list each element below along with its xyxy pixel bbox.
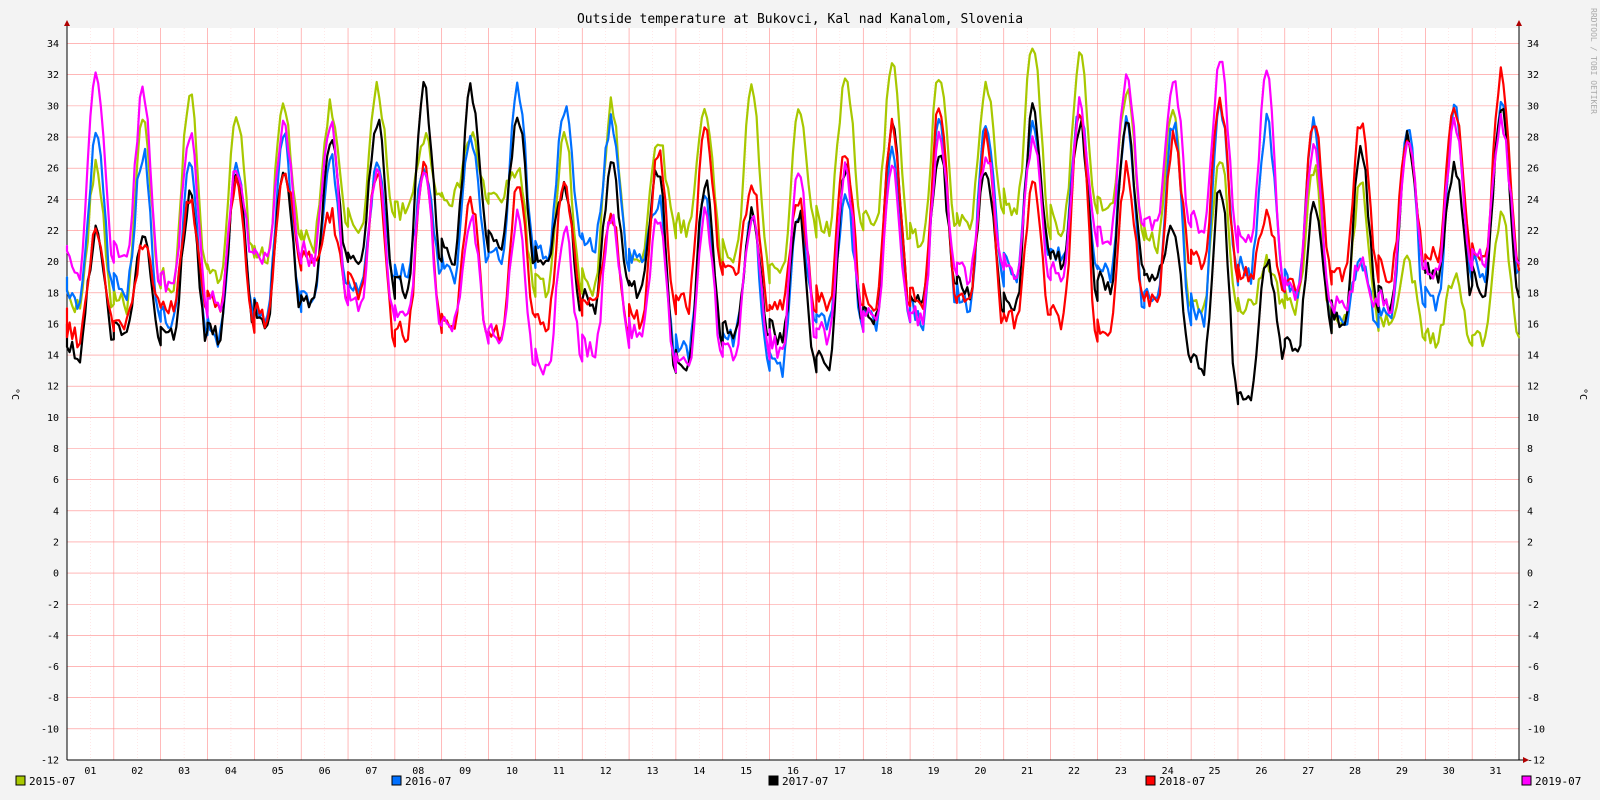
y-tick-label-right: 6 bbox=[1527, 475, 1533, 486]
watermark: RRDTOOL / TOBI OETIKER bbox=[1589, 8, 1598, 114]
y-tick-label-left: 24 bbox=[47, 195, 59, 206]
y-tick-label-left: 32 bbox=[47, 70, 59, 81]
legend-label: 2017-07 bbox=[782, 775, 828, 788]
x-tick-label: 26 bbox=[1255, 766, 1267, 777]
y-tick-label-left: 30 bbox=[47, 101, 59, 112]
legend-swatch bbox=[1521, 775, 1532, 786]
x-tick-label: 11 bbox=[553, 766, 565, 777]
x-tick-label: 19 bbox=[927, 766, 939, 777]
x-tick-label: 02 bbox=[131, 766, 143, 777]
x-tick-label: 12 bbox=[600, 766, 612, 777]
x-tick-label: 04 bbox=[225, 766, 237, 777]
legend-swatch bbox=[1145, 775, 1156, 786]
x-tick-label: 13 bbox=[646, 766, 658, 777]
chart-title: Outside temperature at Bukovci, Kal nad … bbox=[577, 12, 1023, 27]
x-tick-label: 10 bbox=[506, 766, 518, 777]
x-tick-label: 27 bbox=[1302, 766, 1314, 777]
y-tick-label-right: 4 bbox=[1527, 506, 1533, 517]
y-tick-label-right: 32 bbox=[1527, 70, 1539, 81]
x-tick-label: 17 bbox=[834, 766, 846, 777]
y-tick-label-right: 12 bbox=[1527, 382, 1539, 393]
x-tick-label: 14 bbox=[693, 766, 705, 777]
legend-swatch bbox=[15, 775, 26, 786]
x-tick-label: 23 bbox=[1115, 766, 1127, 777]
y-tick-label-left: -8 bbox=[47, 693, 59, 704]
y-tick-label-right: -2 bbox=[1527, 600, 1539, 611]
y-tick-label-right: -12 bbox=[1527, 756, 1545, 767]
y-tick-label-left: 34 bbox=[47, 39, 59, 50]
y-tick-label-left: 14 bbox=[47, 351, 59, 362]
x-tick-label: 09 bbox=[459, 766, 471, 777]
y-tick-label-right: 16 bbox=[1527, 319, 1539, 330]
y-tick-label-left: 22 bbox=[47, 226, 59, 237]
y-tick-label-left: 2 bbox=[53, 537, 59, 548]
y-tick-label-right: 2 bbox=[1527, 537, 1533, 548]
y-tick-label-right: -8 bbox=[1527, 693, 1539, 704]
legend-swatch bbox=[391, 775, 402, 786]
y-tick-label-right: 30 bbox=[1527, 101, 1539, 112]
y-tick-label-left: -6 bbox=[47, 662, 59, 673]
y-tick-label-left: 8 bbox=[53, 444, 59, 455]
legend-label: 2019-07 bbox=[1535, 775, 1581, 788]
y-tick-label-right: 28 bbox=[1527, 133, 1539, 144]
y-tick-label-left: 4 bbox=[53, 506, 59, 517]
y-tick-label-right: 14 bbox=[1527, 351, 1539, 362]
y-tick-label-left: 10 bbox=[47, 413, 59, 424]
legend-label: 2016-07 bbox=[405, 775, 451, 788]
x-tick-label: 22 bbox=[1068, 766, 1080, 777]
y-axis-arrow-left-icon bbox=[64, 20, 70, 26]
y-tick-label-right: 0 bbox=[1527, 569, 1533, 580]
x-tick-label: 07 bbox=[365, 766, 377, 777]
y-tick-label-right: 8 bbox=[1527, 444, 1533, 455]
x-tick-label: 29 bbox=[1396, 766, 1408, 777]
x-tick-label: 01 bbox=[84, 766, 96, 777]
legend-label: 2018-07 bbox=[1159, 775, 1205, 788]
y-tick-label-left: 20 bbox=[47, 257, 59, 268]
y-tick-label-right: -10 bbox=[1527, 724, 1545, 735]
y-tick-label-left: -12 bbox=[41, 756, 59, 767]
y-tick-label-left: 6 bbox=[53, 475, 59, 486]
y-tick-label-left: -10 bbox=[41, 724, 59, 735]
chart-canvas: -12 -12-10 -10-8 -8-6 -6-4 -4-2 -20 02 24 46 68 810… bbox=[9, 8, 1598, 788]
y-tick-label-right: -4 bbox=[1527, 631, 1539, 642]
y-axis-label-right: °C bbox=[1577, 388, 1588, 400]
x-tick-label: 15 bbox=[740, 766, 752, 777]
temperature-chart: -12 -12 -10 -10 -8 -8 -6 -6 -4 -4 -2 -2 0 0 2 2 4 4 6 6 8 8 10… bbox=[0, 0, 1600, 800]
grid bbox=[66, 28, 1520, 761]
y-tick-label-left: 28 bbox=[47, 133, 59, 144]
x-tick-label: 21 bbox=[1021, 766, 1033, 777]
legend-label: 2015-07 bbox=[29, 775, 75, 788]
x-tick-label: 18 bbox=[881, 766, 893, 777]
y-axis-arrow-right-icon bbox=[1516, 20, 1522, 26]
y-tick-label-left: 0 bbox=[53, 569, 59, 580]
x-tick-label: 30 bbox=[1443, 766, 1455, 777]
y-tick-label-left: -4 bbox=[47, 631, 59, 642]
y-tick-label-right: 26 bbox=[1527, 164, 1539, 175]
legend: 2015-07 2016-07 2017-07 2018-07 2019-07 bbox=[15, 775, 1581, 788]
legend-swatch bbox=[768, 775, 779, 786]
y-tick-label-right: -6 bbox=[1527, 662, 1539, 673]
x-tick-label: 31 bbox=[1490, 766, 1502, 777]
y-tick-label-right: 22 bbox=[1527, 226, 1539, 237]
y-tick-label-left: 18 bbox=[47, 288, 59, 299]
x-tick-label: 05 bbox=[272, 766, 284, 777]
x-tick-label: 20 bbox=[974, 766, 986, 777]
x-tick-label: 25 bbox=[1209, 766, 1221, 777]
x-tick-label: 28 bbox=[1349, 766, 1361, 777]
x-tick-label: 03 bbox=[178, 766, 190, 777]
y-tick-label-left: 12 bbox=[47, 382, 59, 393]
y-tick-label-left: -2 bbox=[47, 600, 59, 611]
y-tick-label-left: 26 bbox=[47, 164, 59, 175]
y-tick-label-left: 16 bbox=[47, 319, 59, 330]
y-tick-label-right: 34 bbox=[1527, 39, 1539, 50]
y-tick-label-right: 20 bbox=[1527, 257, 1539, 268]
x-tick-label: 06 bbox=[319, 766, 331, 777]
y-tick-label-right: 24 bbox=[1527, 195, 1539, 206]
y-axis-label-left: °C bbox=[9, 388, 20, 400]
y-tick-label-right: 18 bbox=[1527, 288, 1539, 299]
y-tick-label-right: 10 bbox=[1527, 413, 1539, 424]
